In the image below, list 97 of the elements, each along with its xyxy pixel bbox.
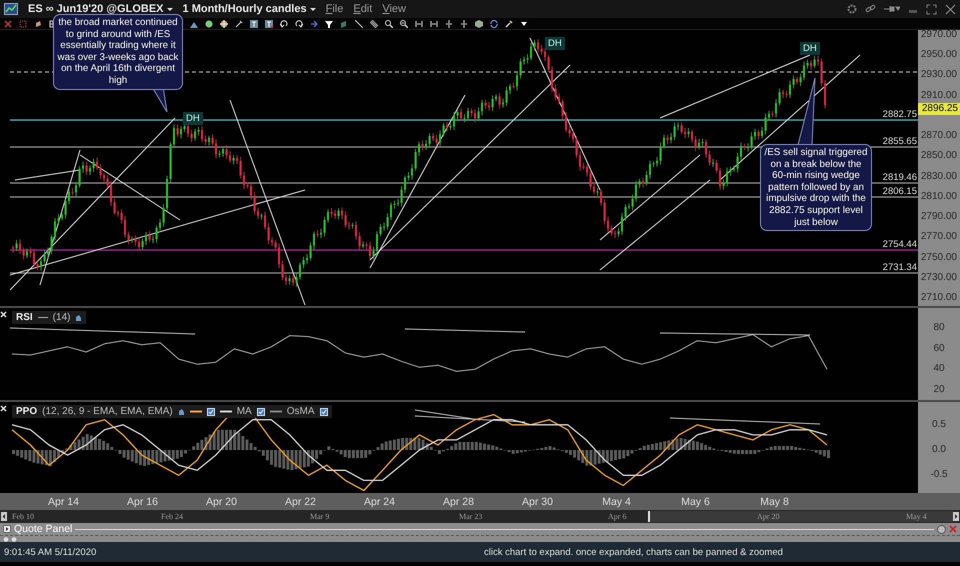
current-price-label: 2896.25 (918, 103, 960, 115)
axis-label: 2750.00 (920, 252, 957, 264)
indicator-name: PPO (16, 406, 38, 417)
axis-label: 2770.00 (920, 231, 957, 244)
price-level-label: 2855.65 (882, 136, 917, 147)
maximize-icon[interactable] (926, 4, 937, 14)
date-label: Apr 16 (126, 496, 159, 508)
arrow-icon[interactable] (310, 20, 318, 28)
expand-arrow-icon[interactable] (3, 525, 11, 533)
menu-item[interactable]: File (326, 3, 344, 15)
price-level-label: 2819.46 (882, 172, 917, 183)
line-swatch (38, 316, 48, 319)
axis-label: 2830.00 (920, 170, 957, 183)
date-label: May 4 (601, 496, 632, 508)
undo-icon[interactable] (280, 20, 288, 28)
divergence-label: DH (545, 37, 565, 50)
date-label: May 6 (680, 496, 711, 508)
axis-label: 0.5 (931, 418, 947, 431)
axis-label: 2790.00 (920, 211, 957, 224)
circle-icon[interactable] (205, 20, 213, 28)
menu-item[interactable]: View (382, 3, 406, 15)
scroller-date-label: May 4 (906, 512, 928, 521)
status-message: click chart to expand. once expanded, charts can be panned & zoomed (484, 546, 784, 558)
right-arrow-icon[interactable] (953, 512, 959, 521)
date-label: Apr 20 (205, 496, 238, 508)
scroller-date-label: Mar 23 (459, 512, 484, 521)
channel-icon[interactable] (370, 20, 378, 28)
date-label: Apr 22 (284, 496, 317, 508)
callout-bubble: the broad market continued to grind around with /ES essentially trading where it was over 3-weeks ago back on the April 16th divergent high (53, 14, 183, 90)
collapse-icon[interactable] (460, 20, 468, 28)
scroller-date-label: Apr 20 (757, 512, 780, 521)
pencil-icon[interactable] (235, 20, 243, 28)
timeframe-dropdown[interactable]: 1 Month/Hourly candles (182, 3, 316, 15)
axis-label: 2970.00 (920, 29, 957, 41)
price-level-label: 2806.15 (882, 186, 917, 197)
symbol-dropdown[interactable]: ES ∞ Jun19'20 @GLOBEX (28, 3, 173, 15)
target-icon[interactable] (220, 20, 228, 28)
axis-label: 2950.00 (920, 49, 957, 62)
axis-label: 2930.00 (920, 69, 957, 82)
axis-label: 2710.00 (920, 292, 957, 304)
date-label: May 8 (759, 496, 790, 508)
axis-label: 2730.00 (920, 272, 957, 284)
link-icon[interactable] (865, 4, 876, 14)
axis-label: 2810.00 (920, 190, 957, 203)
expand-icon[interactable] (415, 20, 423, 28)
wrench-icon[interactable] (505, 20, 513, 28)
zoom-in-icon[interactable] (385, 20, 393, 28)
divergence-label: DH (183, 112, 203, 125)
gear-icon[interactable] (847, 4, 857, 14)
date-label: Apr 28 (442, 496, 475, 508)
checkbox-icon[interactable] (256, 408, 265, 416)
menu-item[interactable]: Edit (353, 3, 372, 15)
caret-icon[interactable] (310, 6, 316, 12)
axis-label: 20 (932, 384, 946, 396)
axis-label: -0.5 (929, 469, 949, 482)
caret-icon[interactable] (166, 6, 173, 12)
axis-label: 60 (932, 342, 946, 355)
scroller-date-label: Feb 24 (161, 512, 184, 521)
status-time: 9:01:45 AM 5/11/2020 (4, 546, 98, 558)
axis-label: 80 (932, 322, 946, 334)
redo-icon[interactable] (295, 20, 303, 28)
axis-label: 0.0 (931, 444, 947, 456)
scroller-date-label: Feb 10 (12, 512, 35, 521)
legend-label: OsMA (286, 406, 314, 417)
axis-label: 2850.00 (920, 150, 957, 162)
text-icon[interactable] (250, 20, 258, 28)
scroller-date-label: Mar 9 (310, 512, 330, 521)
callout-pointer (796, 76, 818, 146)
indicator-params: (14) (52, 312, 70, 323)
axis-label: 40 (932, 363, 946, 376)
divergence-label: DH (800, 42, 820, 55)
axis-label: 2870.00 (920, 130, 957, 142)
chart-icon[interactable] (4, 3, 18, 15)
legend-label: MA (236, 406, 252, 417)
date-label: Apr 30 (521, 496, 554, 508)
checkbox-icon[interactable] (206, 408, 215, 416)
callout-bubble: /ES sell signal triggered on a break below the 60-min rising wedge pattern followed by an impulsive drop with the 2882.75 support level just below (760, 144, 872, 232)
price-level-label: 2882.75 (882, 109, 917, 120)
date-label: Apr 24 (363, 496, 396, 508)
price-level-label: 2754.44 (882, 239, 917, 250)
zoom-out-icon[interactable] (400, 20, 408, 28)
date-label: Apr 14 (47, 496, 80, 508)
checkbox-icon[interactable] (320, 408, 328, 416)
indicator-name: RSI (16, 312, 33, 323)
price-level-label: 2731.34 (882, 262, 917, 273)
refresh-icon[interactable] (490, 20, 498, 28)
crosshair-icon[interactable] (19, 20, 27, 28)
scroll-thumb[interactable] (648, 511, 953, 522)
text-icon[interactable] (265, 20, 273, 28)
left-arrow-icon[interactable] (1, 512, 7, 521)
indicator-params: (12, 26, 9 - EMA, EMA, EMA) (42, 406, 173, 417)
panel-title: Quote Panel (14, 523, 72, 535)
axis-label: 2910.00 (920, 90, 957, 102)
scroller-date-label: Apr 6 (608, 512, 628, 521)
expand-icon[interactable] (430, 20, 438, 28)
line-icon[interactable] (355, 20, 363, 28)
collapse-icon[interactable] (445, 20, 453, 28)
